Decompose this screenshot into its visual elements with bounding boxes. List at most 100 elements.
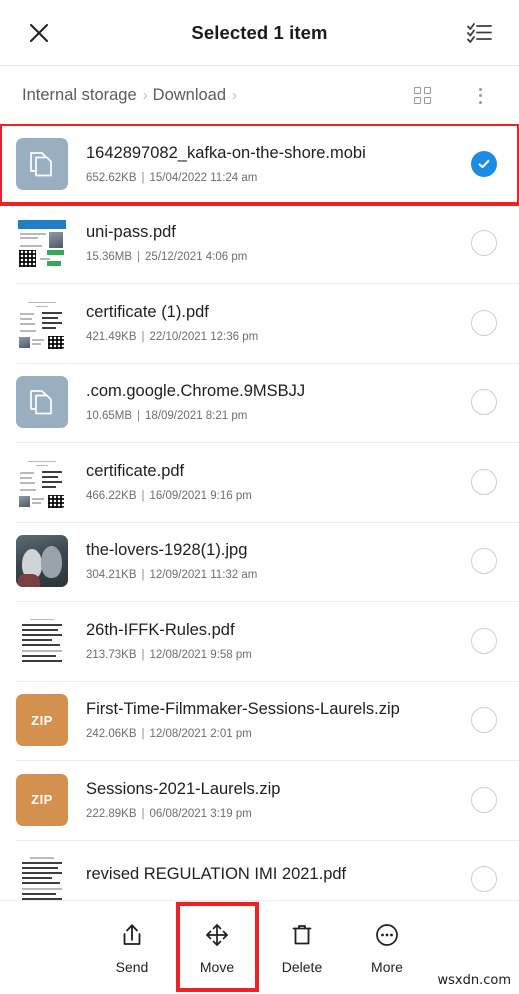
- app-bar: Selected 1 item: [0, 0, 519, 65]
- file-subtitle: 304.21KB | 12/09/2021 11:32 am: [86, 569, 461, 581]
- more-button[interactable]: More: [345, 915, 430, 975]
- file-thumbnail: [16, 376, 68, 429]
- file-list[interactable]: 1642897082_kafka-on-the-shore.mobi 652.62…: [0, 124, 519, 900]
- file-size: 10.65MB: [86, 410, 133, 423]
- file-subtitle: 10.65MB | 18/09/2021 8:21 pm: [86, 410, 461, 422]
- page-title: Selected 1 item: [191, 21, 328, 43]
- delete-button[interactable]: Delete: [260, 915, 345, 975]
- file-row[interactable]: ZIP First-Time-Filmmaker-Sessions-Laurels…: [0, 680, 519, 760]
- file-thumbnail: [16, 296, 68, 349]
- share-upload-icon: [123, 924, 141, 945]
- checkbox-circle: [471, 627, 497, 654]
- file-subtitle: 213.73KB | 12/08/2021 9:58 pm: [86, 649, 461, 661]
- file-date: 15/04/2022 11:24 am: [149, 171, 258, 184]
- file-row[interactable]: uni-pass.pdf 15.36MB | 25/12/2021 4:06 pm: [0, 203, 519, 283]
- file-name: certificate.pdf: [86, 461, 185, 480]
- breadcrumb-item-download[interactable]: Download: [153, 86, 226, 105]
- checkbox-selected[interactable]: [471, 150, 497, 177]
- file-name: Sessions-2021-Laurels.zip: [86, 779, 281, 798]
- file-meta: certificate.pdf 466.22KB | 16/09/2021 9:16 …: [86, 462, 461, 502]
- checkbox-unselected[interactable]: [471, 627, 497, 654]
- file-row[interactable]: certificate.pdf 466.22KB | 16/09/2021 9:16 …: [0, 442, 519, 522]
- file-name: certificate (1).pdf: [86, 302, 209, 321]
- breadcrumb-actions: [405, 79, 497, 113]
- file-date: 22/10/2021 12:36 pm: [149, 330, 259, 343]
- file-date: 06/08/2021 3:19 pm: [149, 807, 252, 820]
- grid-view-glyph: [413, 87, 431, 104]
- file-row[interactable]: certificate (1).pdf 421.49KB | 22/10/2021 1…: [0, 283, 519, 363]
- breadcrumb-item-internal-storage[interactable]: Internal storage: [22, 86, 137, 105]
- file-row[interactable]: 1642897082_kafka-on-the-shore.mobi 652.62…: [0, 124, 519, 206]
- overflow-menu-icon[interactable]: [463, 79, 497, 113]
- file-subtitle: 421.49KB | 22/10/2021 12:36 pm: [86, 331, 461, 343]
- file-thumbnail: [16, 535, 68, 588]
- checkbox-unselected[interactable]: [471, 309, 497, 336]
- more-label: More: [371, 959, 403, 975]
- file-name: .com.google.Chrome.9MSBJJ: [86, 382, 306, 401]
- file-row[interactable]: revised REGULATION IMI 2021.pdf: [0, 839, 519, 900]
- file-row[interactable]: 26th-IFFK-Rules.pdf 213.73KB | 12/08/2021 9…: [0, 601, 519, 681]
- file-subtitle: 15.36MB | 25/12/2021 4:06 pm: [86, 251, 461, 263]
- file-thumbnail: ZIP: [16, 694, 68, 747]
- file-subtitle: 242.06KB | 12/08/2021 2:01 pm: [86, 728, 461, 740]
- more-ellipsis-circle-icon: [376, 924, 398, 946]
- file-date: 16/09/2021 9:16 pm: [149, 489, 252, 502]
- breadcrumb: Internal storage › Download ›: [22, 86, 405, 105]
- file-date: 25/12/2021 4:06 pm: [145, 251, 248, 264]
- checkbox-circle: [471, 389, 497, 416]
- thumbnail-art: [16, 455, 68, 508]
- file-name: revised REGULATION IMI 2021.pdf: [86, 865, 347, 884]
- file-thumbnail: [16, 455, 68, 508]
- document-copy-icon: [30, 390, 52, 415]
- thumbnail-art: [16, 853, 68, 900]
- file-row[interactable]: .com.google.Chrome.9MSBJJ 10.65MB | 18/09/2…: [0, 362, 519, 442]
- check-icon: [478, 159, 490, 168]
- breadcrumb-bar: Internal storage › Download ›: [0, 66, 519, 125]
- file-date: 12/08/2021 2:01 pm: [149, 728, 252, 741]
- delete-label: Delete: [281, 959, 323, 975]
- send-button[interactable]: Send: [90, 915, 175, 975]
- file-thumbnail: [16, 137, 68, 190]
- file-name: First-Time-Filmmaker-Sessions-Laurels.zi…: [86, 700, 400, 719]
- checkbox-circle: [471, 230, 497, 257]
- meta-separator: |: [137, 410, 141, 423]
- select-all-checklist-icon[interactable]: [463, 16, 497, 50]
- thumbnail-art: [16, 535, 68, 588]
- file-date: 12/08/2021 9:58 pm: [149, 648, 252, 661]
- file-row[interactable]: ZIP Sessions-2021-Laurels.zip 222.89KB | 06/…: [0, 760, 519, 840]
- file-name: 1642897082_kafka-on-the-shore.mobi: [86, 143, 366, 162]
- file-meta: certificate (1).pdf 421.49KB | 22/10/2021 1…: [86, 303, 461, 343]
- meta-separator: |: [141, 330, 145, 343]
- file-size: 421.49KB: [86, 330, 137, 343]
- file-meta: Sessions-2021-Laurels.zip 222.89KB | 06/08/…: [86, 780, 461, 820]
- grid-view-icon[interactable]: [405, 79, 439, 113]
- file-meta: uni-pass.pdf 15.36MB | 25/12/2021 4:06 pm: [86, 223, 461, 263]
- watermark: wsxdn.com: [437, 973, 512, 988]
- file-meta: revised REGULATION IMI 2021.pdf: [86, 865, 461, 893]
- checkbox-circle: [471, 548, 497, 575]
- move-button[interactable]: Move: [175, 902, 260, 992]
- file-subtitle: 222.89KB | 06/08/2021 3:19 pm: [86, 808, 461, 820]
- file-size: 222.89KB: [86, 807, 137, 820]
- checkbox-unselected[interactable]: [471, 468, 497, 495]
- thumbnail-art: [16, 614, 68, 667]
- checkbox-circle: [471, 707, 497, 734]
- breadcrumb-separator: ›: [142, 87, 148, 104]
- file-row[interactable]: the-lovers-1928(1).jpg 304.21KB | 12/09/202…: [0, 521, 519, 601]
- checkbox-unselected[interactable]: [471, 707, 497, 734]
- file-size: 466.22KB: [86, 489, 137, 502]
- checkbox-unselected[interactable]: [471, 786, 497, 813]
- checkbox-unselected[interactable]: [471, 548, 497, 575]
- file-name: 26th-IFFK-Rules.pdf: [86, 620, 235, 639]
- checkbox-unselected[interactable]: [471, 230, 497, 257]
- file-meta: First-Time-Filmmaker-Sessions-Laurels.zi…: [86, 700, 461, 740]
- file-size: 213.73KB: [86, 648, 137, 661]
- file-size: 15.36MB: [86, 251, 133, 264]
- close-icon[interactable]: [22, 16, 56, 50]
- move-arrows-icon: [206, 924, 228, 946]
- move-label: Move: [199, 959, 235, 975]
- file-manager-screen: Selected 1 item Internal storage › Downl…: [0, 0, 519, 994]
- file-thumbnail: ZIP: [16, 773, 68, 826]
- checkbox-unselected[interactable]: [471, 866, 497, 893]
- checkbox-unselected[interactable]: [471, 389, 497, 416]
